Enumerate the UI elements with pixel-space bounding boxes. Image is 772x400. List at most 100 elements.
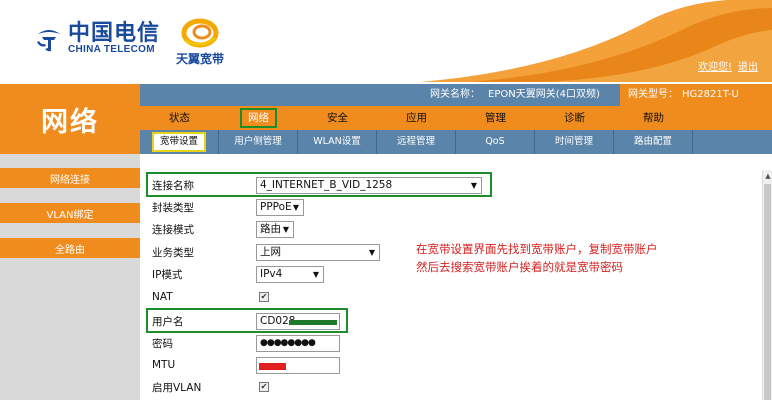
mtu-redaction [259,362,286,370]
subtab-empty [693,130,772,154]
connection-mode-value: 路由 [260,222,281,235]
dropdown-arrow-icon: ▼ [282,224,289,234]
username-input[interactable]: CD028 [256,312,340,330]
ip-mode-row: IP模式 IPv4 ▼ [152,264,324,284]
sidebar [0,154,140,400]
connection-name-value: 4_INTERNET_B_VID_1258 [260,178,393,191]
tab-network-label: 网络 [240,108,277,128]
tab-help-label: 帮助 [643,112,664,124]
brand-name-en: CHINA TELECOM [68,44,155,55]
enable-vlan-label: 启用VLAN [152,381,202,394]
checkmark-icon: ✔ [260,382,268,391]
subtab-route-config[interactable]: 路由配置 [614,130,693,154]
section-title-box: 网络 [0,84,140,154]
tab-status[interactable]: 状态 [140,106,219,130]
dropdown-arrow-icon: ▼ [368,247,375,257]
dropdown-arrow-icon: ▼ [292,202,299,212]
encapsulation-value: PPPoE [260,200,292,213]
gateway-model: 网关型号： HG2821T-U [620,84,772,106]
mtu-label: MTU [152,359,176,371]
subtab-lan-management[interactable]: 用户侧管理 [219,130,298,154]
subtab-broadband-settings[interactable]: 宽带设置 [140,130,219,154]
content-scrollbar[interactable]: ▲ [762,170,772,400]
gateway-info-bar: 网关名称： EPON天翼网关(4口双频) 网关型号： HG2821T-U [140,84,772,106]
username-label: 用户名 [152,315,184,328]
subtab-time-management-label: 时间管理 [554,136,593,147]
mtu-input[interactable] [256,356,340,374]
tab-application[interactable]: 应用 [377,106,456,130]
primary-nav: 状态 网络 安全 应用 管理 诊断 帮助 [140,106,772,130]
password-input[interactable]: ●●●●●●●● [256,334,340,352]
nat-row: NAT ✔ [152,287,269,307]
tianyi-logo: 天翼宽带 [176,16,224,67]
china-telecom-logo-icon [37,30,60,52]
connection-name-select[interactable]: 4_INTERNET_B_VID_1258 ▼ [256,176,482,194]
tab-diagnostics-label: 诊断 [564,112,585,124]
scroll-up-icon[interactable]: ▲ [763,170,772,182]
annotation-line-1: 在宽带设置界面先找到宽带账户，复制宽带账户 [416,242,658,256]
subtab-wlan-settings-label: WLAN设置 [313,136,361,147]
dropdown-arrow-icon: ▼ [470,180,477,190]
gateway-name-label: 网关名称： [430,89,480,100]
password-row: 密码 ●●●●●●●● [152,333,340,353]
tab-management[interactable]: 管理 [456,106,535,130]
tab-diagnostics[interactable]: 诊断 [535,106,614,130]
gateway-name: 网关名称： EPON天翼网关(4口双频) [430,84,600,106]
sidebar-item-vlan-binding[interactable]: VLAN绑定 [0,203,140,223]
connection-name-label: 连接名称 [152,179,194,192]
subtab-time-management[interactable]: 时间管理 [535,130,614,154]
logout-link[interactable]: 退出 [738,58,758,73]
ip-mode-value: IPv4 [260,267,283,280]
header: 中国电信 CHINA TELECOM 天翼宽带 欢迎您! 退出 [0,0,772,82]
header-links: 欢迎您! 退出 [698,58,758,73]
nat-checkbox[interactable]: ✔ [259,292,269,302]
gateway-model-label: 网关型号： [628,89,678,100]
sidebar-item-full-routing[interactable]: 全路由 [0,238,140,258]
gateway-model-value: HG2821T-U [682,89,739,100]
tab-security[interactable]: 安全 [298,106,377,130]
tab-management-label: 管理 [485,112,506,124]
subtab-lan-management-label: 用户侧管理 [234,136,282,147]
sub-brand-name: 天翼宽带 [176,52,225,66]
china-telecom-logo: 中国电信 CHINA TELECOM [34,22,160,56]
subtab-wlan-settings[interactable]: WLAN设置 [298,130,377,154]
password-value: ●●●●●●●● [260,337,316,348]
welcome-link[interactable]: 欢迎您! [698,58,732,73]
dropdown-arrow-icon: ▼ [312,269,319,279]
nat-label: NAT [152,291,173,303]
annotation-note: 在宽带设置界面先找到宽带账户，复制宽带账户 然后去搜索宽带账户挨着的就是宽带密码 [416,240,658,276]
encapsulation-select[interactable]: PPPoE ▼ [256,198,304,216]
connection-mode-row: 连接模式 路由 ▼ [152,219,294,239]
subtab-remote-management[interactable]: 远程管理 [377,130,456,154]
username-redaction [289,319,337,325]
subtab-qos[interactable]: QoS [456,130,535,154]
subtab-route-config-label: 路由配置 [633,136,672,147]
gateway-name-value: EPON天翼网关(4口双频) [488,89,600,100]
service-type-row: 业务类型 上网 ▼ [152,242,380,262]
ip-mode-label: IP模式 [152,268,183,281]
checkmark-icon: ✔ [260,292,268,301]
tab-help[interactable]: 帮助 [614,106,693,130]
scroll-thumb[interactable] [764,184,771,400]
brand-name-cn: 中国电信 [68,20,161,46]
encapsulation-row: 封装类型 PPPoE ▼ [152,197,304,217]
service-type-value: 上网 [260,245,281,258]
service-type-label: 业务类型 [152,246,194,259]
content-panel: 连接名称 4_INTERNET_B_VID_1258 ▼ 封装类型 PPPoE … [140,154,762,400]
enable-vlan-row: 启用VLAN ✔ [152,377,269,397]
encapsulation-label: 封装类型 [152,201,194,214]
tab-status-label: 状态 [169,112,190,124]
service-type-select[interactable]: 上网 ▼ [256,243,380,261]
connection-mode-select[interactable]: 路由 ▼ [256,220,294,238]
password-label: 密码 [152,337,173,350]
subtab-broadband-settings-label: 宽带设置 [151,132,206,152]
tab-security-label: 安全 [327,112,348,124]
sidebar-item-network-connection[interactable]: 网络连接 [0,168,140,188]
tab-network[interactable]: 网络 [219,106,298,130]
ip-mode-select[interactable]: IPv4 ▼ [256,265,324,283]
enable-vlan-checkbox[interactable]: ✔ [259,382,269,392]
connection-name-row: 连接名称 4_INTERNET_B_VID_1258 ▼ [152,175,482,195]
tab-application-label: 应用 [406,112,427,124]
section-title: 网络 [41,106,99,138]
subtab-remote-management-label: 远程管理 [396,136,435,147]
